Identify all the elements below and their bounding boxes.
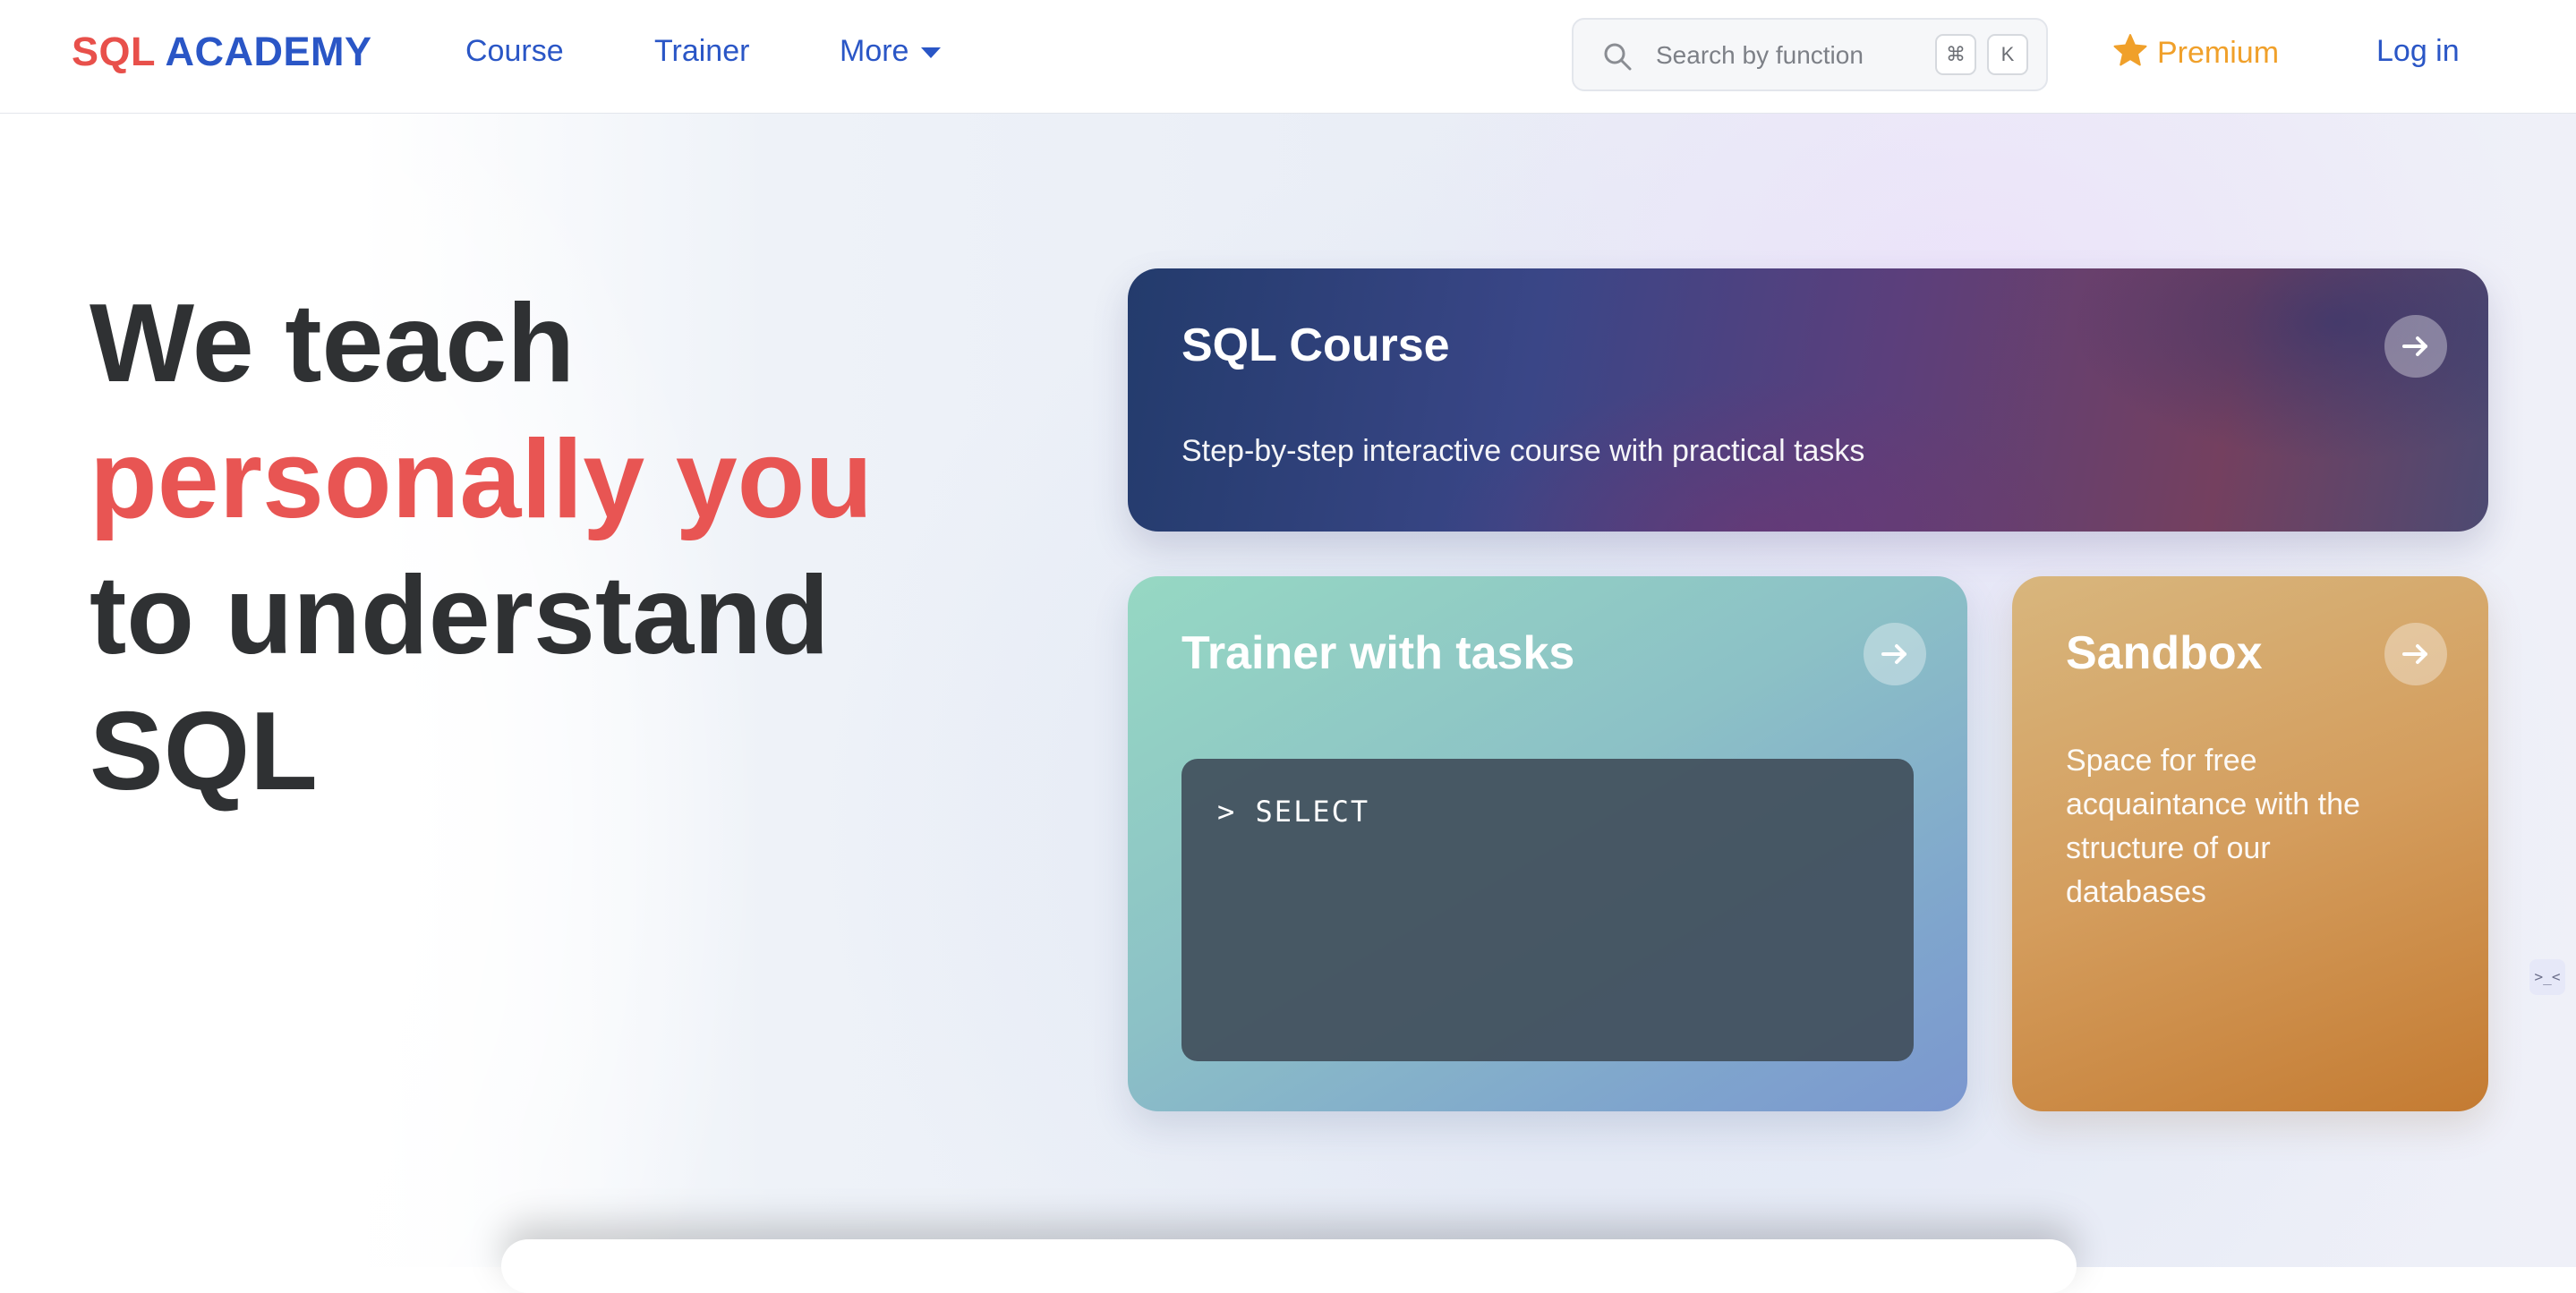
- sandbox-description-line: structure of our: [2066, 831, 2271, 865]
- bottom-panel-edge: [501, 1239, 2077, 1293]
- sandbox-description: Space for free acquaintance with the str…: [2066, 739, 2360, 914]
- logo-academy: ACADEMY: [165, 29, 372, 74]
- terminal-text: > SELECT: [1217, 795, 1370, 829]
- search-icon: [1604, 43, 1632, 71]
- hero-line-3: to understand: [90, 554, 830, 677]
- arrow-right-icon: [1881, 644, 1906, 664]
- sandbox-description-line: Space for free: [2066, 744, 2257, 778]
- trainer-card[interactable]: Trainer with tasks > SELECT: [1128, 576, 1967, 1111]
- trainer-terminal-preview: > SELECT: [1181, 759, 1914, 1061]
- top-header: SQL ACADEMY Course Trainer More Search b…: [0, 0, 2576, 114]
- search-input[interactable]: Search by function ⌘ K: [1572, 18, 2048, 91]
- arrow-right-icon: [2402, 336, 2427, 356]
- star-icon: [2113, 34, 2147, 66]
- arrow-right-icon: [2402, 644, 2427, 664]
- premium-label: Premium: [2157, 36, 2280, 70]
- chevron-down-icon: [921, 47, 942, 59]
- nav-trainer-link[interactable]: Trainer: [654, 34, 749, 69]
- sandbox-description-line: databases: [2066, 875, 2206, 909]
- hero-line-4: SQL: [90, 690, 318, 813]
- trainer-arrow-button[interactable]: [1864, 623, 1926, 685]
- sandbox-description-line: acquaintance with the: [2066, 787, 2360, 821]
- nav-more-dropdown[interactable]: More: [840, 34, 942, 69]
- sandbox-arrow-button[interactable]: [2384, 623, 2447, 685]
- nav-course-link[interactable]: Course: [465, 34, 564, 69]
- sandbox-title: Sandbox: [2066, 627, 2263, 679]
- sql-course-description: Step-by-step interactive course with pra…: [1181, 434, 1865, 468]
- logo[interactable]: SQL ACADEMY: [72, 29, 372, 75]
- shortcut-k-key: K: [1987, 34, 2028, 75]
- sandbox-card[interactable]: Sandbox Space for free acquaintance with…: [2012, 576, 2488, 1111]
- sql-course-card[interactable]: SQL Course Step-by-step interactive cour…: [1128, 268, 2488, 532]
- search-placeholder: Search by function: [1656, 41, 1864, 69]
- nav-more-label: More: [840, 34, 909, 68]
- sql-course-title: SQL Course: [1181, 319, 1450, 371]
- trainer-title: Trainer with tasks: [1181, 627, 1575, 679]
- shortcut-cmd-key: ⌘: [1935, 34, 1976, 75]
- logo-sql: SQL: [72, 29, 156, 74]
- hero-line-1: We teach: [90, 282, 576, 405]
- sql-course-arrow-button[interactable]: [2384, 315, 2447, 378]
- login-link[interactable]: Log in: [2376, 34, 2460, 69]
- side-widget-button[interactable]: >_<: [2529, 959, 2565, 995]
- premium-link[interactable]: Premium: [2112, 32, 2279, 71]
- hero-heading: We teach personally you to understand SQ…: [90, 276, 873, 820]
- hero-line-2: personally you: [90, 418, 874, 541]
